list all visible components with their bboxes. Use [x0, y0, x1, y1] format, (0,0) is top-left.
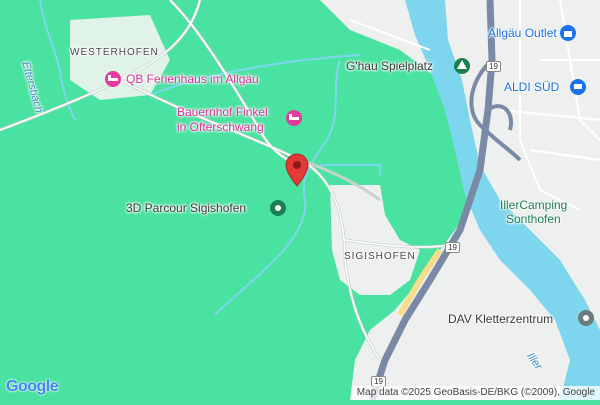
poi-spielplatz[interactable]: G'hau Spielplatz: [346, 59, 433, 73]
poi-allgau-outlet[interactable]: Allgäu Outlet: [488, 26, 557, 40]
tree-icon[interactable]: [454, 58, 470, 74]
poi-bauernhof-line1[interactable]: Bauernhof Finkel: [177, 105, 268, 119]
climbing-icon[interactable]: [578, 310, 594, 326]
shopping-bag-icon[interactable]: [560, 25, 576, 41]
poi-illercamping-line1[interactable]: IllerCamping: [500, 198, 567, 212]
poi-bauernhof-line2[interactable]: in Ofterschwang: [177, 120, 264, 134]
poi-illercamping-line2[interactable]: Sonthofen: [506, 212, 561, 226]
bed-icon[interactable]: [105, 71, 121, 87]
road-shield-b19: 19: [445, 242, 460, 253]
park-icon[interactable]: [270, 200, 286, 216]
map-canvas[interactable]: WESTERHOFEN SIGISHOFEN QB Ferienhaus im …: [0, 0, 600, 402]
shopping-cart-icon[interactable]: [570, 79, 586, 95]
poi-dav-kletterzentrum[interactable]: DAV Kletterzentrum: [448, 312, 553, 326]
place-sigishofen: SIGISHOFEN: [344, 251, 416, 262]
google-logo-text: Google: [6, 378, 59, 395]
poi-aldi-sud[interactable]: ALDI SÜD: [504, 80, 559, 94]
google-logo: Google: [6, 378, 59, 396]
place-westerhofen: WESTERHOFEN: [70, 47, 159, 58]
road-shield-b19: 19: [486, 61, 501, 72]
poi-3d-parcour[interactable]: 3D Parcour Sigishofen: [126, 201, 246, 215]
poi-qb-ferienhaus[interactable]: QB Ferienhaus im Allgäu: [126, 72, 259, 86]
bed-icon[interactable]: [286, 110, 302, 126]
map-attribution[interactable]: Map data ©2025 GeoBasis-DE/BKG (©2009), …: [351, 386, 600, 400]
